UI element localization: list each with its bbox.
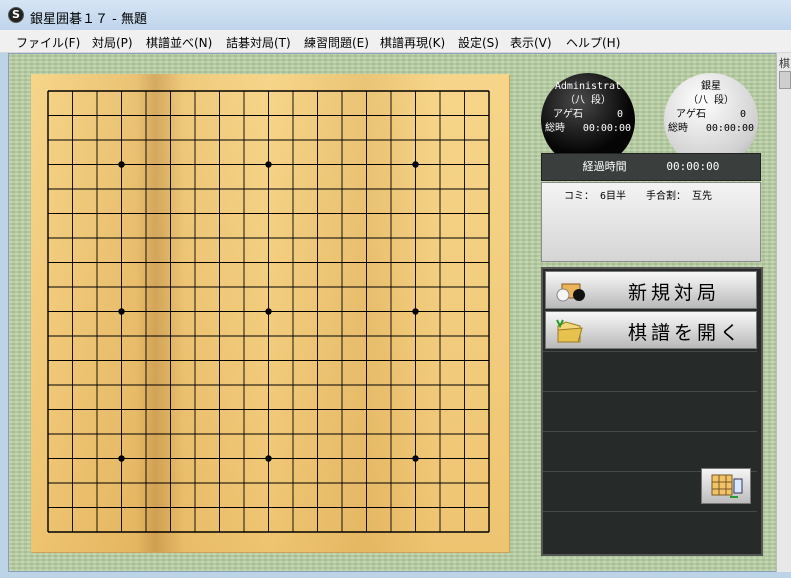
side-strip-label: 棋	[779, 57, 790, 70]
star-point	[412, 455, 419, 462]
side-scroll-strip[interactable]: 棋	[776, 53, 791, 572]
star-point	[118, 308, 125, 315]
menu-view[interactable]: 表示(V)	[510, 34, 552, 51]
folder-icon	[556, 319, 583, 343]
white-player-name: 銀星	[701, 81, 721, 92]
white-time-label: 総時	[668, 123, 688, 134]
panel-slot	[543, 431, 757, 472]
menu-settings[interactable]: 設定(S)	[458, 34, 499, 51]
star-point	[412, 308, 419, 315]
menu-replay[interactable]: 棋譜並べ(N)	[146, 34, 212, 51]
black-prisoners-label: アゲ石	[553, 109, 583, 120]
new-game-label: 新規対局	[628, 282, 721, 304]
menu-bar: ファイル(F) 対局(P) 棋譜並べ(N) 詰碁対局(T) 練習問題(E) 棋譜…	[0, 30, 791, 53]
panel-slot	[543, 511, 757, 552]
panel-slot	[543, 391, 757, 432]
game-info-text: コミ： 6目半 手合割： 互先	[564, 191, 713, 202]
board-grid[interactable]	[31, 74, 509, 552]
star-point	[118, 161, 125, 168]
board-settings-button[interactable]	[701, 468, 751, 504]
main-area: Administrat （八 段） アゲ石 0 総時 00:00:00 銀星 （八 …	[8, 53, 779, 572]
black-time: 00:00:00	[582, 123, 631, 134]
black-player-name: Administrat	[554, 81, 622, 92]
black-time-label: 総時	[545, 123, 565, 134]
go-board[interactable]	[31, 74, 509, 552]
control-panel: 新規対局 棋譜を開く	[541, 267, 763, 556]
black-prisoners: 0	[616, 109, 623, 120]
star-point	[265, 161, 272, 168]
menu-tsumego[interactable]: 詰碁対局(T)	[226, 34, 291, 51]
window-title: 銀星囲碁１７ - 無題	[30, 12, 147, 27]
white-prisoners-label: アゲ石	[676, 109, 706, 120]
white-player-rank: （八 段）	[687, 95, 735, 106]
go-board-stones-icon	[556, 283, 585, 302]
star-point	[118, 455, 125, 462]
open-record-button[interactable]: 棋譜を開く	[545, 311, 757, 349]
star-point	[265, 455, 272, 462]
game-info-box: コミ： 6目半 手合割： 互先	[541, 182, 761, 262]
menu-help[interactable]: ヘルプ(H)	[566, 34, 620, 51]
star-point	[412, 161, 419, 168]
elapsed-time-bar: 経過時間 00:00:00	[541, 153, 761, 181]
scroll-thumb[interactable]	[779, 71, 791, 89]
board-grid-icon	[711, 474, 743, 498]
title-bar: S 銀星囲碁１７ - 無題	[0, 0, 791, 31]
elapsed-value: 00:00:00	[666, 160, 720, 173]
panel-slot	[543, 351, 757, 392]
elapsed-label: 経過時間	[582, 160, 627, 173]
menu-exercise[interactable]: 練習問題(E)	[304, 34, 369, 51]
black-player-rank: （八 段）	[564, 95, 612, 106]
star-point	[265, 308, 272, 315]
menu-game[interactable]: 対局(P)	[92, 34, 133, 51]
new-game-button[interactable]: 新規対局	[545, 271, 757, 309]
open-record-label: 棋譜を開く	[628, 322, 744, 344]
white-prisoners: 0	[739, 109, 746, 120]
white-time: 00:00:00	[705, 123, 754, 134]
menu-file[interactable]: ファイル(F)	[16, 34, 80, 51]
menu-record[interactable]: 棋譜再現(K)	[380, 34, 445, 51]
go-stone-app-icon[interactable]: S	[8, 7, 24, 23]
